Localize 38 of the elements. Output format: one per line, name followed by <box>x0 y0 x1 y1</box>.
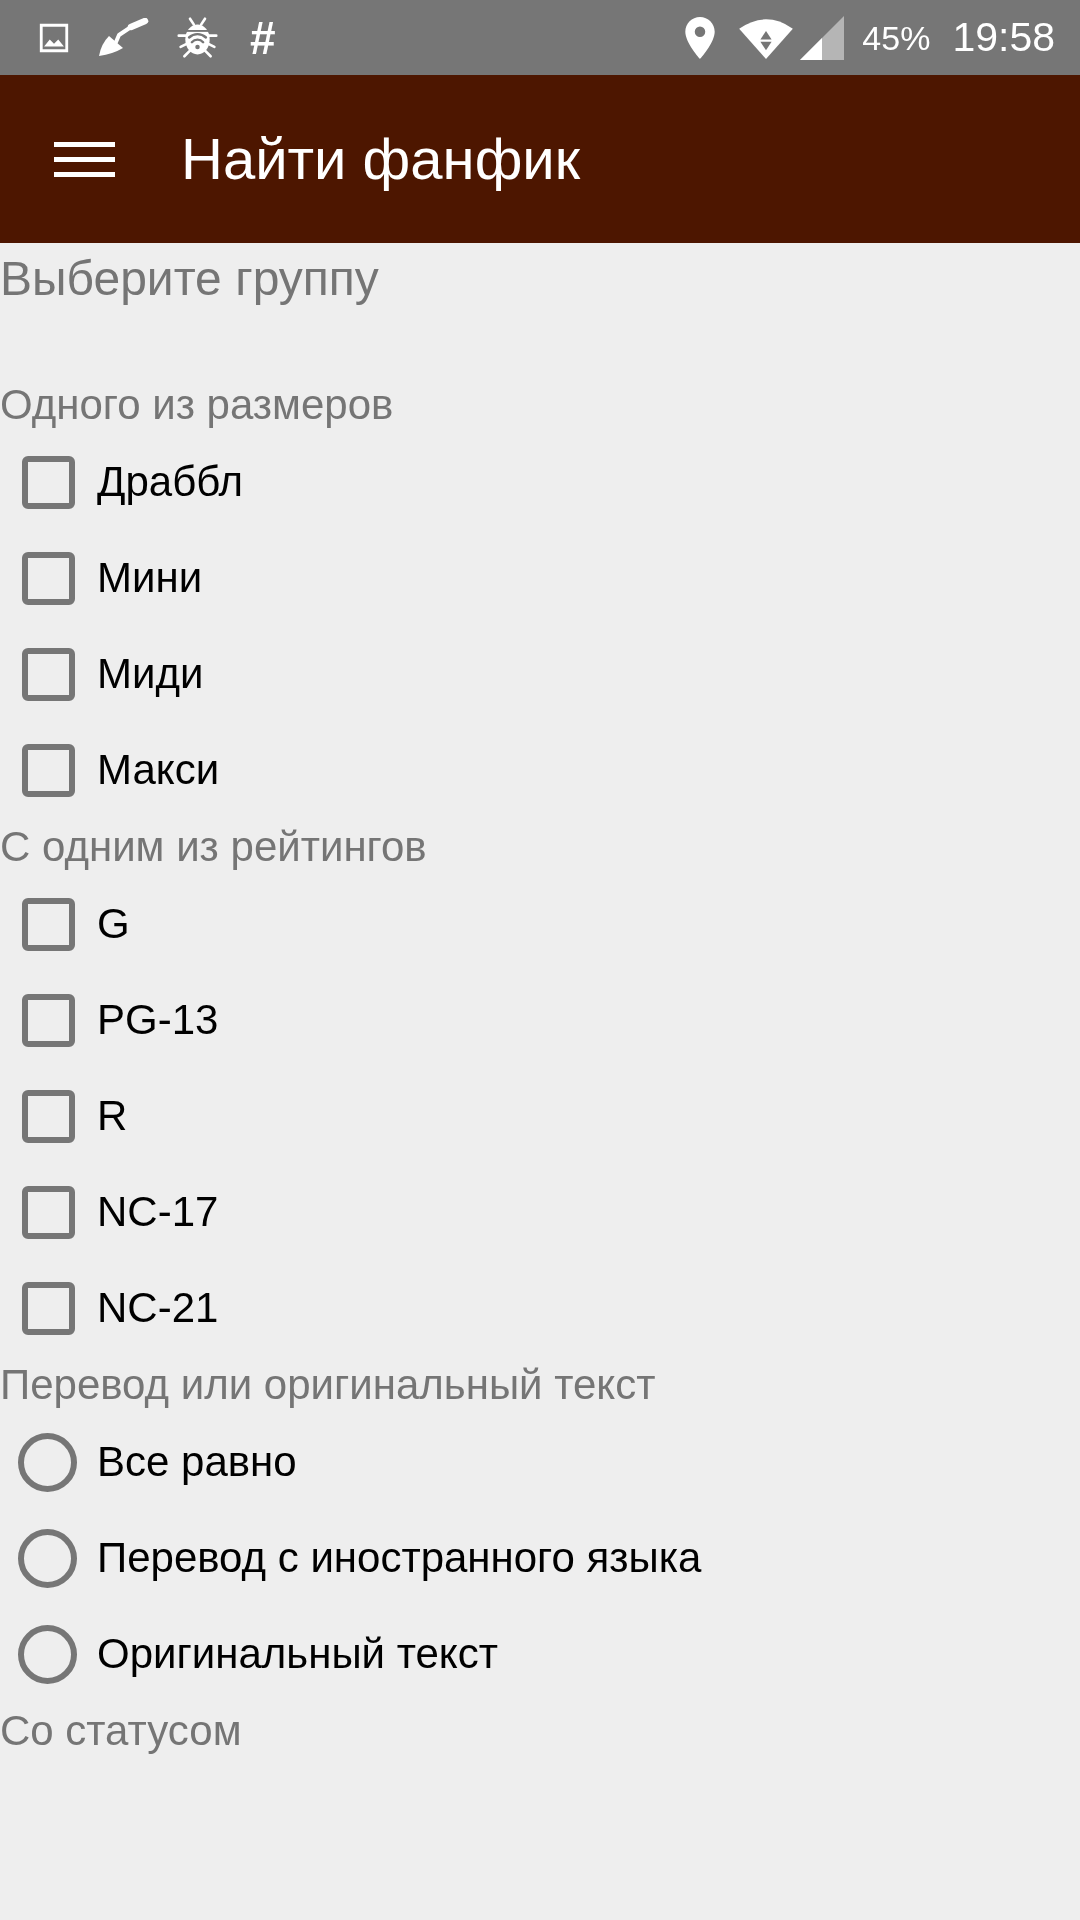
group-select-label: Выберите группу <box>0 255 379 303</box>
checkbox[interactable] <box>22 743 75 797</box>
option-label: Драббл <box>97 461 243 503</box>
hash-symbol: # <box>250 14 276 61</box>
checkbox[interactable] <box>22 1185 75 1239</box>
trowel-icon <box>97 17 149 58</box>
checkbox[interactable] <box>22 647 75 701</box>
radio-button[interactable] <box>18 1624 77 1684</box>
radio-button[interactable] <box>18 1528 77 1588</box>
checkbox[interactable] <box>22 993 75 1047</box>
option-label: PG-13 <box>97 999 219 1041</box>
bug-icon <box>175 15 220 60</box>
clock-time: 19:58 <box>952 17 1055 58</box>
cell-signal-icon <box>800 15 845 60</box>
checkbox[interactable] <box>22 551 75 605</box>
battery-percent: 45% <box>862 20 931 55</box>
option-label: NC-21 <box>97 1287 219 1329</box>
option-label: R <box>97 1095 128 1137</box>
option-label: Все равно <box>97 1441 297 1483</box>
checkbox[interactable] <box>22 897 75 951</box>
option-label: Перевод с иностранного языка <box>97 1537 702 1579</box>
radio-button[interactable] <box>18 1432 77 1492</box>
option-label: Мини <box>97 557 203 599</box>
option-label: Оригинальный текст <box>97 1633 498 1675</box>
location-pin-icon <box>684 16 717 59</box>
section-header: Перевод или оригинальный текст <box>0 1364 656 1406</box>
menu-icon[interactable] <box>54 141 115 177</box>
section-header: С одним из рейтингов <box>0 826 427 868</box>
checkbox[interactable] <box>22 455 75 509</box>
section-header: Одного из размеров <box>0 384 394 426</box>
option-label: Макси <box>97 749 220 791</box>
option-label: NC-17 <box>97 1191 219 1233</box>
option-label: Миди <box>97 653 204 695</box>
checkbox[interactable] <box>22 1281 75 1335</box>
wifi-icon <box>738 16 795 59</box>
checkbox[interactable] <box>22 1089 75 1143</box>
option-label: G <box>97 903 130 945</box>
section-header: Со статусом <box>0 1710 242 1752</box>
